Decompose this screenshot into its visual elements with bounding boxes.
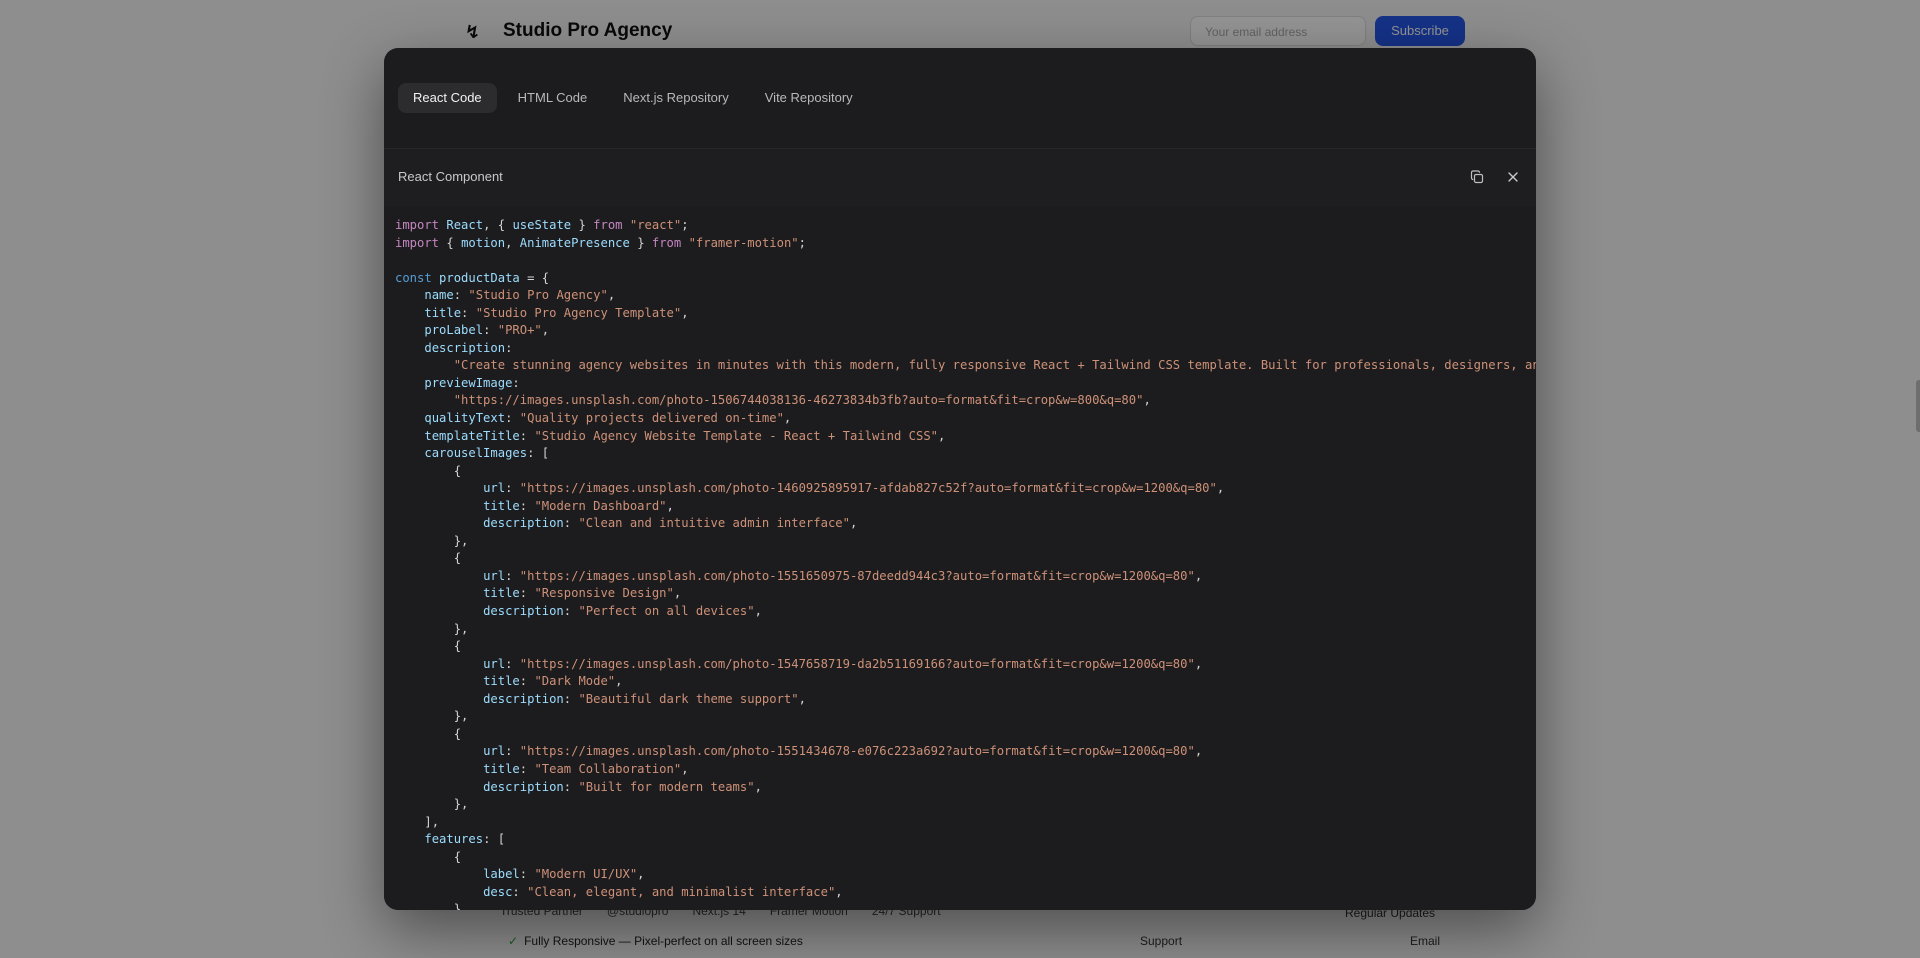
code-modal: React Code HTML Code Next.js Repository …: [384, 48, 1536, 910]
tab-react-code[interactable]: React Code: [398, 83, 497, 113]
copy-icon: [1470, 170, 1484, 184]
code-line: ],: [424, 814, 440, 829]
code-line: description: "Clean and intuitive admin …: [483, 516, 858, 531]
code-tabs: React Code HTML Code Next.js Repository …: [398, 83, 868, 113]
code-line: description: "Beautiful dark theme suppo…: [483, 691, 806, 706]
code-line: features: [: [424, 832, 506, 847]
code-line: url: "https://images.unsplash.com/photo-…: [483, 656, 1203, 671]
code-line: description: "Built for modern teams",: [483, 779, 762, 794]
code-line: title: "Team Collaboration",: [483, 761, 689, 776]
code-line: },: [453, 902, 469, 910]
code-line: {: [453, 726, 462, 741]
tab-html-code[interactable]: HTML Code: [503, 83, 603, 113]
code-line: import { motion, AnimatePresence } from …: [395, 235, 806, 250]
code-line: name: "Studio Pro Agency",: [424, 288, 616, 303]
close-button[interactable]: [1500, 164, 1526, 190]
code-line: title: "Responsive Design",: [483, 586, 682, 601]
code-line: },: [453, 533, 469, 548]
code-line: title: "Modern Dashboard",: [483, 498, 674, 513]
code-line: import React, { useState } from "react";: [395, 218, 689, 232]
code-line: "Create stunning agency websites in minu…: [453, 358, 1536, 373]
code-line: title: "Studio Pro Agency Template",: [424, 305, 689, 320]
code-line: carouselImages: [: [424, 446, 550, 461]
code-line: templateTitle: "Studio Agency Website Te…: [424, 428, 946, 443]
code-panel-title: React Component: [398, 169, 503, 184]
code-line: qualityText: "Quality projects delivered…: [424, 411, 792, 426]
code-line: url: "https://images.unsplash.com/photo-…: [483, 568, 1203, 583]
code-line: label: "Modern UI/UX",: [483, 867, 645, 882]
code-line: url: "https://images.unsplash.com/photo-…: [483, 744, 1203, 759]
code-line: "https://images.unsplash.com/photo-15067…: [453, 393, 1151, 408]
code-line: },: [453, 621, 469, 636]
code-line: {: [453, 463, 462, 478]
tab-vite-repository[interactable]: Vite Repository: [750, 83, 868, 113]
code-line: },: [453, 797, 469, 812]
code-line: proLabel: "PRO+",: [424, 323, 550, 338]
code-line: {: [453, 639, 462, 654]
code-line: previewImage:: [424, 375, 520, 390]
tab-nextjs-repository[interactable]: Next.js Repository: [608, 83, 743, 113]
code-line: description: "Perfect on all devices",: [483, 604, 762, 619]
copy-button[interactable]: [1464, 164, 1490, 190]
code-line: {: [453, 551, 462, 566]
code-line: description:: [424, 340, 513, 355]
code-viewer[interactable]: import React, { useState } from "react";…: [384, 207, 1536, 910]
close-icon: [1508, 172, 1518, 182]
code-block: import React, { useState } from "react";…: [384, 207, 1536, 910]
code-panel-header: React Component: [384, 149, 1536, 207]
code-line: desc: "Clean, elegant, and minimalist in…: [483, 884, 843, 899]
code-line: url: "https://images.unsplash.com/photo-…: [483, 481, 1225, 496]
code-line: title: "Dark Mode",: [483, 674, 623, 689]
edge-scroll-handle[interactable]: [1916, 380, 1920, 432]
code-line: const productData = {: [395, 270, 550, 285]
code-line: {: [453, 849, 462, 864]
code-line: },: [453, 709, 469, 724]
